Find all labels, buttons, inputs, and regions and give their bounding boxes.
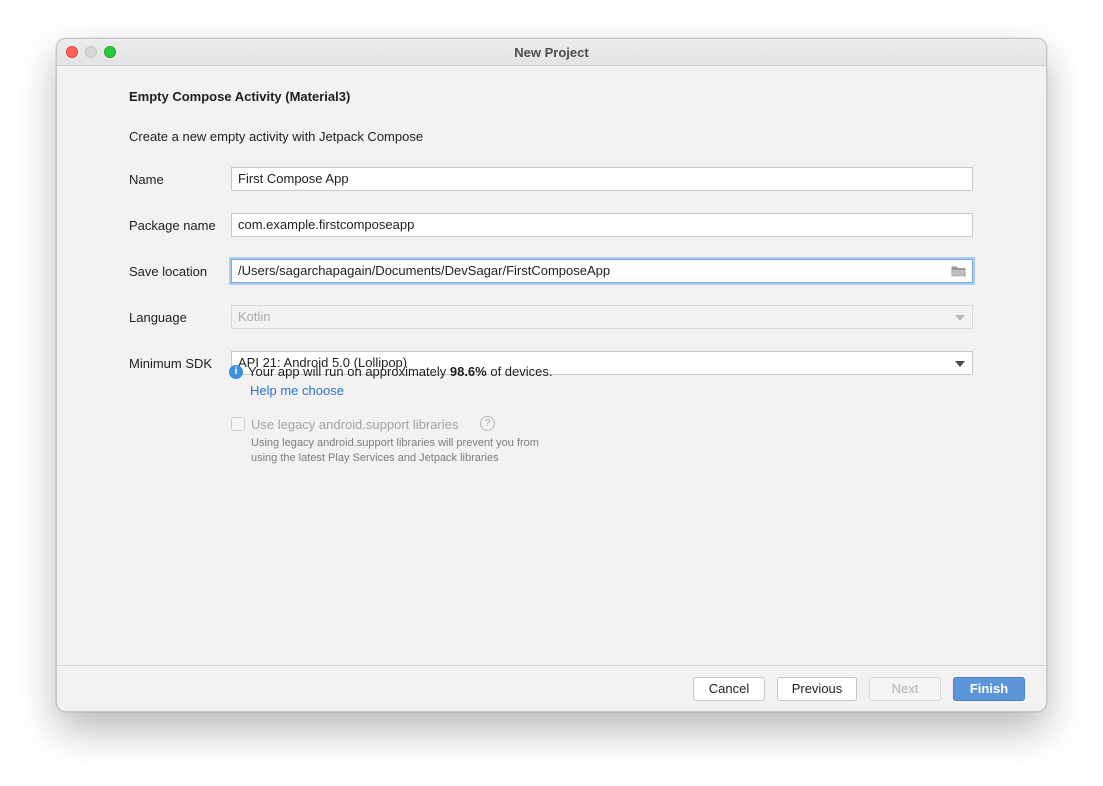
legacy-note-line-1: Using legacy android.support libraries w… xyxy=(251,437,539,449)
minimum-sdk-label: Minimum SDK xyxy=(129,356,213,371)
previous-button[interactable]: Previous xyxy=(777,677,857,701)
chevron-down-icon[interactable] xyxy=(955,361,965,367)
folder-icon[interactable] xyxy=(951,265,966,277)
name-label: Name xyxy=(129,172,164,187)
info-icon: i xyxy=(229,365,243,379)
save-location-field[interactable]: /Users/sagarchapagain/Documents/DevSagar… xyxy=(231,259,973,283)
footer-divider xyxy=(57,665,1046,666)
name-field[interactable]: First Compose App xyxy=(231,167,973,191)
legacy-note-line-2: using the latest Play Services and Jetpa… xyxy=(251,452,499,464)
coverage-suffix: of devices. xyxy=(486,364,553,379)
device-coverage-text: Your app will run on approximately 98.6%… xyxy=(248,364,553,379)
coverage-percent: 98.6% xyxy=(449,364,487,379)
template-description: Create a new empty activity with Jetpack… xyxy=(129,129,424,144)
language-dropdown: Kotlin xyxy=(231,305,973,329)
language-label: Language xyxy=(129,310,187,325)
save-location-label: Save location xyxy=(129,264,208,279)
help-me-choose-link[interactable]: Help me choose xyxy=(250,383,344,398)
chevron-down-icon xyxy=(955,315,965,321)
legacy-support-label: Use legacy android.support libraries xyxy=(251,417,459,432)
coverage-prefix: Your app will run on approximately xyxy=(248,364,450,379)
package-name-field[interactable]: com.example.firstcomposeapp xyxy=(231,213,973,237)
new-project-dialog: New Project Empty Compose Activity (Mate… xyxy=(56,38,1047,712)
finish-button[interactable]: Finish xyxy=(953,677,1025,701)
legacy-support-checkbox xyxy=(231,417,245,431)
language-value: Kotlin xyxy=(238,309,271,324)
next-button: Next xyxy=(869,677,941,701)
window-title: New Project xyxy=(514,45,589,60)
help-question-icon[interactable]: ? xyxy=(480,416,495,431)
template-heading: Empty Compose Activity (Material3) xyxy=(129,89,351,104)
package-name-label: Package name xyxy=(129,218,216,233)
title-bar: New Project xyxy=(57,39,1046,66)
cancel-button[interactable]: Cancel xyxy=(693,677,765,701)
save-location-value: /Users/sagarchapagain/Documents/DevSagar… xyxy=(238,263,611,278)
